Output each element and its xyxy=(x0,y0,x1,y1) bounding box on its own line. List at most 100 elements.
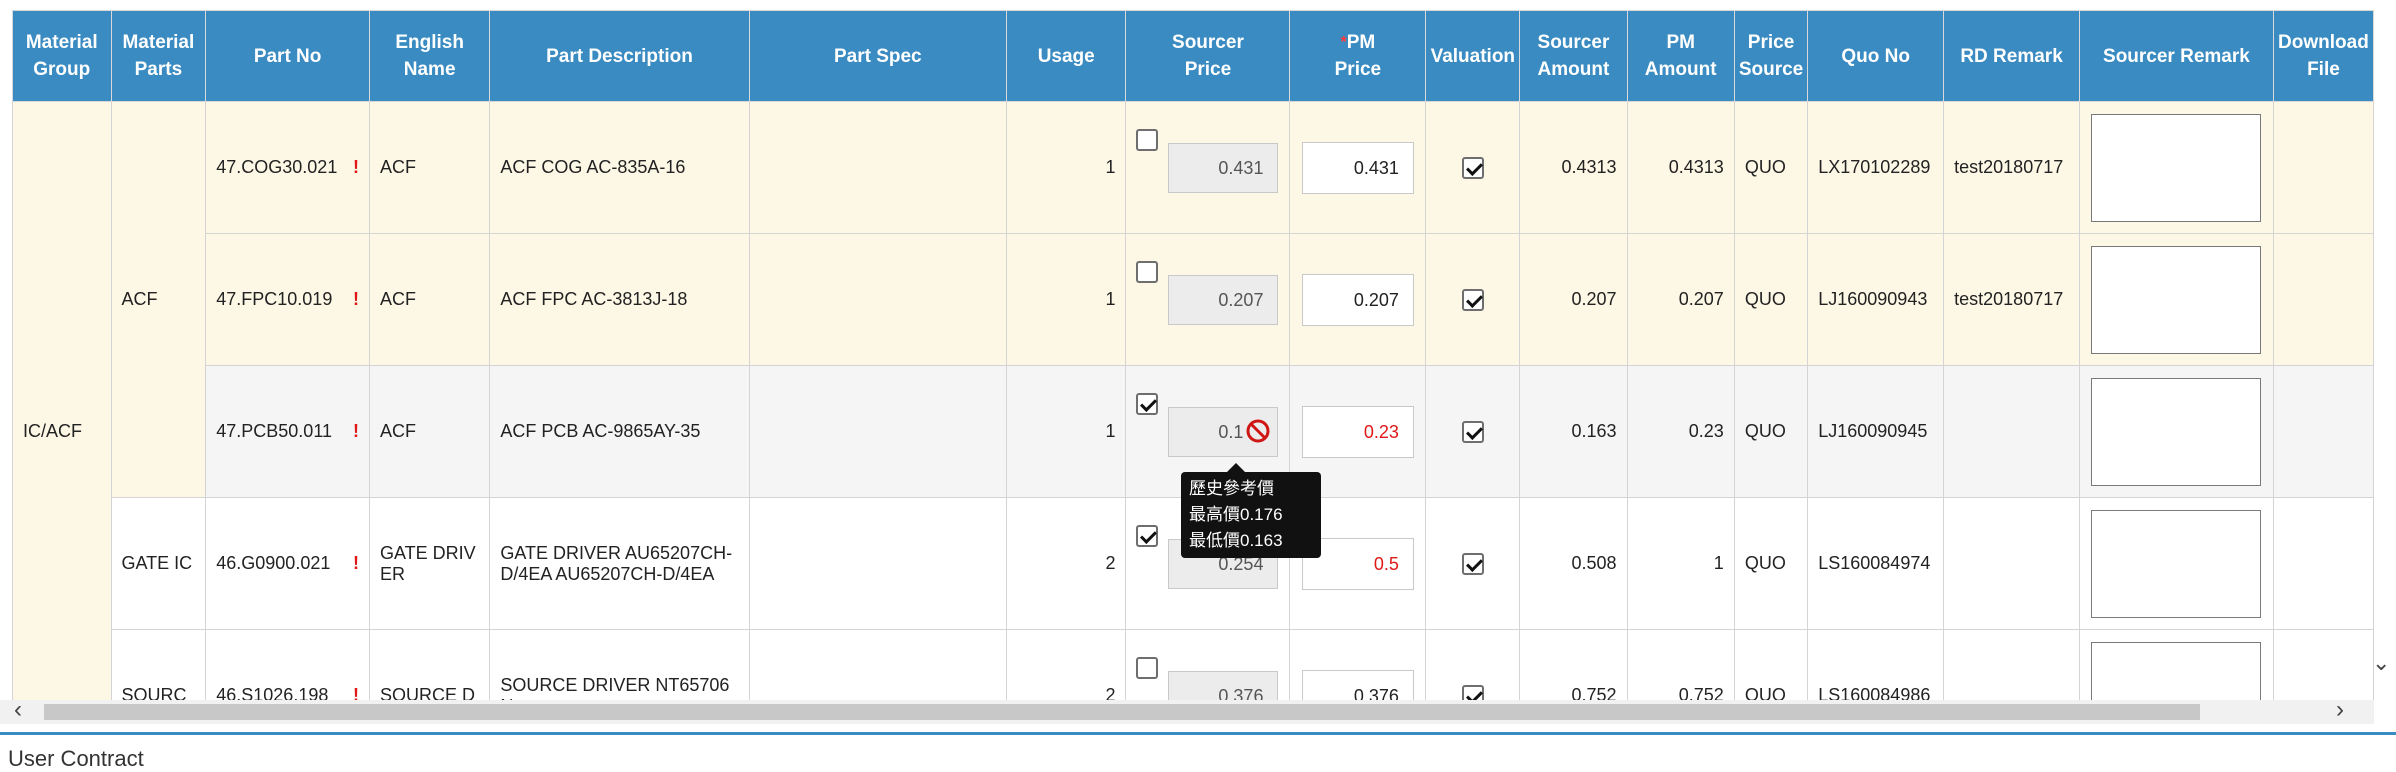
download-file-cell xyxy=(2272,629,2374,700)
quotation-grid: Material Group Material Parts Part No Engl… xyxy=(0,0,2374,700)
spec-cell xyxy=(748,101,1007,234)
part-no-cell: 47.PCB50.011! xyxy=(205,365,370,498)
sourcer-remark-cell xyxy=(2078,497,2274,630)
usage-cell: 2 xyxy=(1005,629,1127,700)
pm-price-input[interactable]: 0.376 xyxy=(1301,669,1414,700)
sourcer-price-checkbox[interactable] xyxy=(1136,392,1159,415)
pm-price-input[interactable]: 0.207 xyxy=(1301,273,1414,326)
pm-amount-cell: 0.752 xyxy=(1626,629,1735,700)
col-part-spec[interactable]: Part Spec xyxy=(748,10,1007,102)
pm-price-cell: 0.431 xyxy=(1289,101,1427,234)
usage-cell: 1 xyxy=(1005,233,1127,366)
spec-cell xyxy=(748,365,1007,498)
chevron-left-icon[interactable]: ‹ xyxy=(14,696,22,724)
sourcer-price-field: 0.207 xyxy=(1168,274,1279,325)
price-source-cell: QUO xyxy=(1733,365,1809,498)
col-part-description[interactable]: Part Description xyxy=(489,10,750,102)
part-no[interactable]: 47.COG30.021 xyxy=(216,157,337,178)
horizontal-scroll-thumb[interactable] xyxy=(44,704,2200,720)
vertical-scrollbar[interactable] xyxy=(2374,0,2396,700)
col-material-parts[interactable]: Material Parts xyxy=(110,10,207,102)
part-no[interactable]: 46.S1026.198 xyxy=(216,685,328,700)
quo-no-cell: LX170102289 xyxy=(1807,101,1945,234)
pm-amount-cell: 0.207 xyxy=(1626,233,1735,366)
material-group-cell: IC/ACF xyxy=(12,101,112,700)
rd-remark-cell xyxy=(1943,629,2080,700)
col-sourcer-price[interactable]: Sourcer Price xyxy=(1125,10,1291,102)
valuation-checkbox[interactable] xyxy=(1461,552,1484,575)
valuation-checkbox[interactable] xyxy=(1461,156,1484,179)
sourcer-remark-cell xyxy=(2078,365,2274,498)
alert-icon[interactable]: ! xyxy=(353,421,359,442)
part-no[interactable]: 47.FPC10.019 xyxy=(216,289,332,310)
col-part-no[interactable]: Part No xyxy=(205,10,370,102)
col-price-source[interactable]: Price Source xyxy=(1733,10,1809,102)
sourcer-price-checkbox[interactable] xyxy=(1136,524,1159,547)
sourcer-remark-textarea[interactable] xyxy=(2091,641,2262,700)
valuation-cell xyxy=(1425,233,1521,366)
english-name-cell: GATE DRIV ER xyxy=(368,497,491,630)
quo-no-cell: LS160084974 xyxy=(1807,497,1945,630)
rd-remark-cell xyxy=(1943,497,2080,630)
alert-icon[interactable]: ! xyxy=(353,685,359,700)
valuation-checkbox[interactable] xyxy=(1461,420,1484,443)
valuation-checkbox[interactable] xyxy=(1461,684,1484,700)
sourcer-price-cell: 0.431 xyxy=(1125,101,1291,234)
horizontal-scrollbar[interactable]: ‹ › xyxy=(0,696,2374,724)
col-material-group[interactable]: Material Group xyxy=(12,10,112,102)
pm-price-cell: 0.207 xyxy=(1289,233,1427,366)
alert-icon[interactable]: ! xyxy=(353,289,359,310)
sourcer-remark-textarea[interactable] xyxy=(2091,113,2262,222)
col-quo-no[interactable]: Quo No xyxy=(1807,10,1945,102)
col-sourcer-remark[interactable]: Sourcer Remark xyxy=(2078,10,2274,102)
pm-price-cell: 0.376 xyxy=(1289,629,1427,700)
col-pm-price[interactable]: *PM Price xyxy=(1289,10,1427,102)
alert-icon[interactable]: ! xyxy=(353,553,359,574)
col-english-name[interactable]: English Name xyxy=(368,10,491,102)
col-download-file[interactable]: Download File xyxy=(2272,10,2374,102)
col-pm-amount[interactable]: PM Amount xyxy=(1626,10,1735,102)
pm-amount-cell: 0.23 xyxy=(1626,365,1735,498)
rd-remark-cell: test20180717 xyxy=(1943,101,2080,234)
valuation-checkbox[interactable] xyxy=(1461,288,1484,311)
sourcer-price-checkbox[interactable] xyxy=(1136,128,1159,151)
spec-cell xyxy=(748,497,1007,630)
price-source-cell: QUO xyxy=(1733,497,1809,630)
download-file-cell xyxy=(2272,101,2374,234)
pm-price-input[interactable]: 0.431 xyxy=(1301,141,1414,194)
sourcer-price-field: 0.1 xyxy=(1168,406,1279,457)
table-row: 47.FPC10.019! ACF ACF FPC AC-3813J-18 1 … xyxy=(13,233,2374,366)
quo-no-cell: LJ160090943 xyxy=(1807,233,1945,366)
pm-price-input[interactable]: 0.23 xyxy=(1301,405,1414,458)
col-rd-remark[interactable]: RD Remark xyxy=(1943,10,2080,102)
sourcer-amount-cell: 0.4313 xyxy=(1519,101,1628,234)
part-no[interactable]: 47.PCB50.011 xyxy=(216,421,332,442)
sourcer-remark-cell xyxy=(2078,629,2274,700)
chevron-down-icon[interactable]: ⌄ xyxy=(2372,650,2390,676)
english-name-cell: SOURCE D xyxy=(368,629,491,700)
material-parts-cell: ACF xyxy=(110,101,207,498)
col-usage[interactable]: Usage xyxy=(1005,10,1127,102)
part-no-cell: 46.S1026.198! xyxy=(205,629,370,700)
description-cell: ACF FPC AC-3813J-18 xyxy=(489,233,750,366)
sourcer-price-checkbox[interactable] xyxy=(1136,656,1159,679)
download-file-cell xyxy=(2272,233,2374,366)
part-no[interactable]: 46.G0900.021 xyxy=(216,553,330,574)
price-source-cell: QUO xyxy=(1733,233,1809,366)
sourcer-price-cell: 0.376 xyxy=(1125,629,1291,700)
valuation-cell xyxy=(1425,497,1521,630)
col-sourcer-amount[interactable]: Sourcer Amount xyxy=(1519,10,1628,102)
spec-cell xyxy=(748,629,1007,700)
alert-icon[interactable]: ! xyxy=(353,157,359,178)
english-name-cell: ACF xyxy=(368,233,491,366)
col-valuation[interactable]: Valuation xyxy=(1425,10,1521,102)
sourcer-amount-cell: 0.207 xyxy=(1519,233,1628,366)
quo-no-cell: LS160084986 xyxy=(1807,629,1945,700)
chevron-right-icon[interactable]: › xyxy=(2336,696,2344,724)
sourcer-remark-textarea[interactable] xyxy=(2091,245,2262,354)
sourcer-price-checkbox[interactable] xyxy=(1136,260,1159,283)
sourcer-remark-textarea[interactable] xyxy=(2091,509,2262,618)
sourcer-amount-cell: 0.752 xyxy=(1519,629,1628,700)
sourcer-remark-textarea[interactable] xyxy=(2091,377,2262,486)
sourcer-amount-cell: 0.163 xyxy=(1519,365,1628,498)
